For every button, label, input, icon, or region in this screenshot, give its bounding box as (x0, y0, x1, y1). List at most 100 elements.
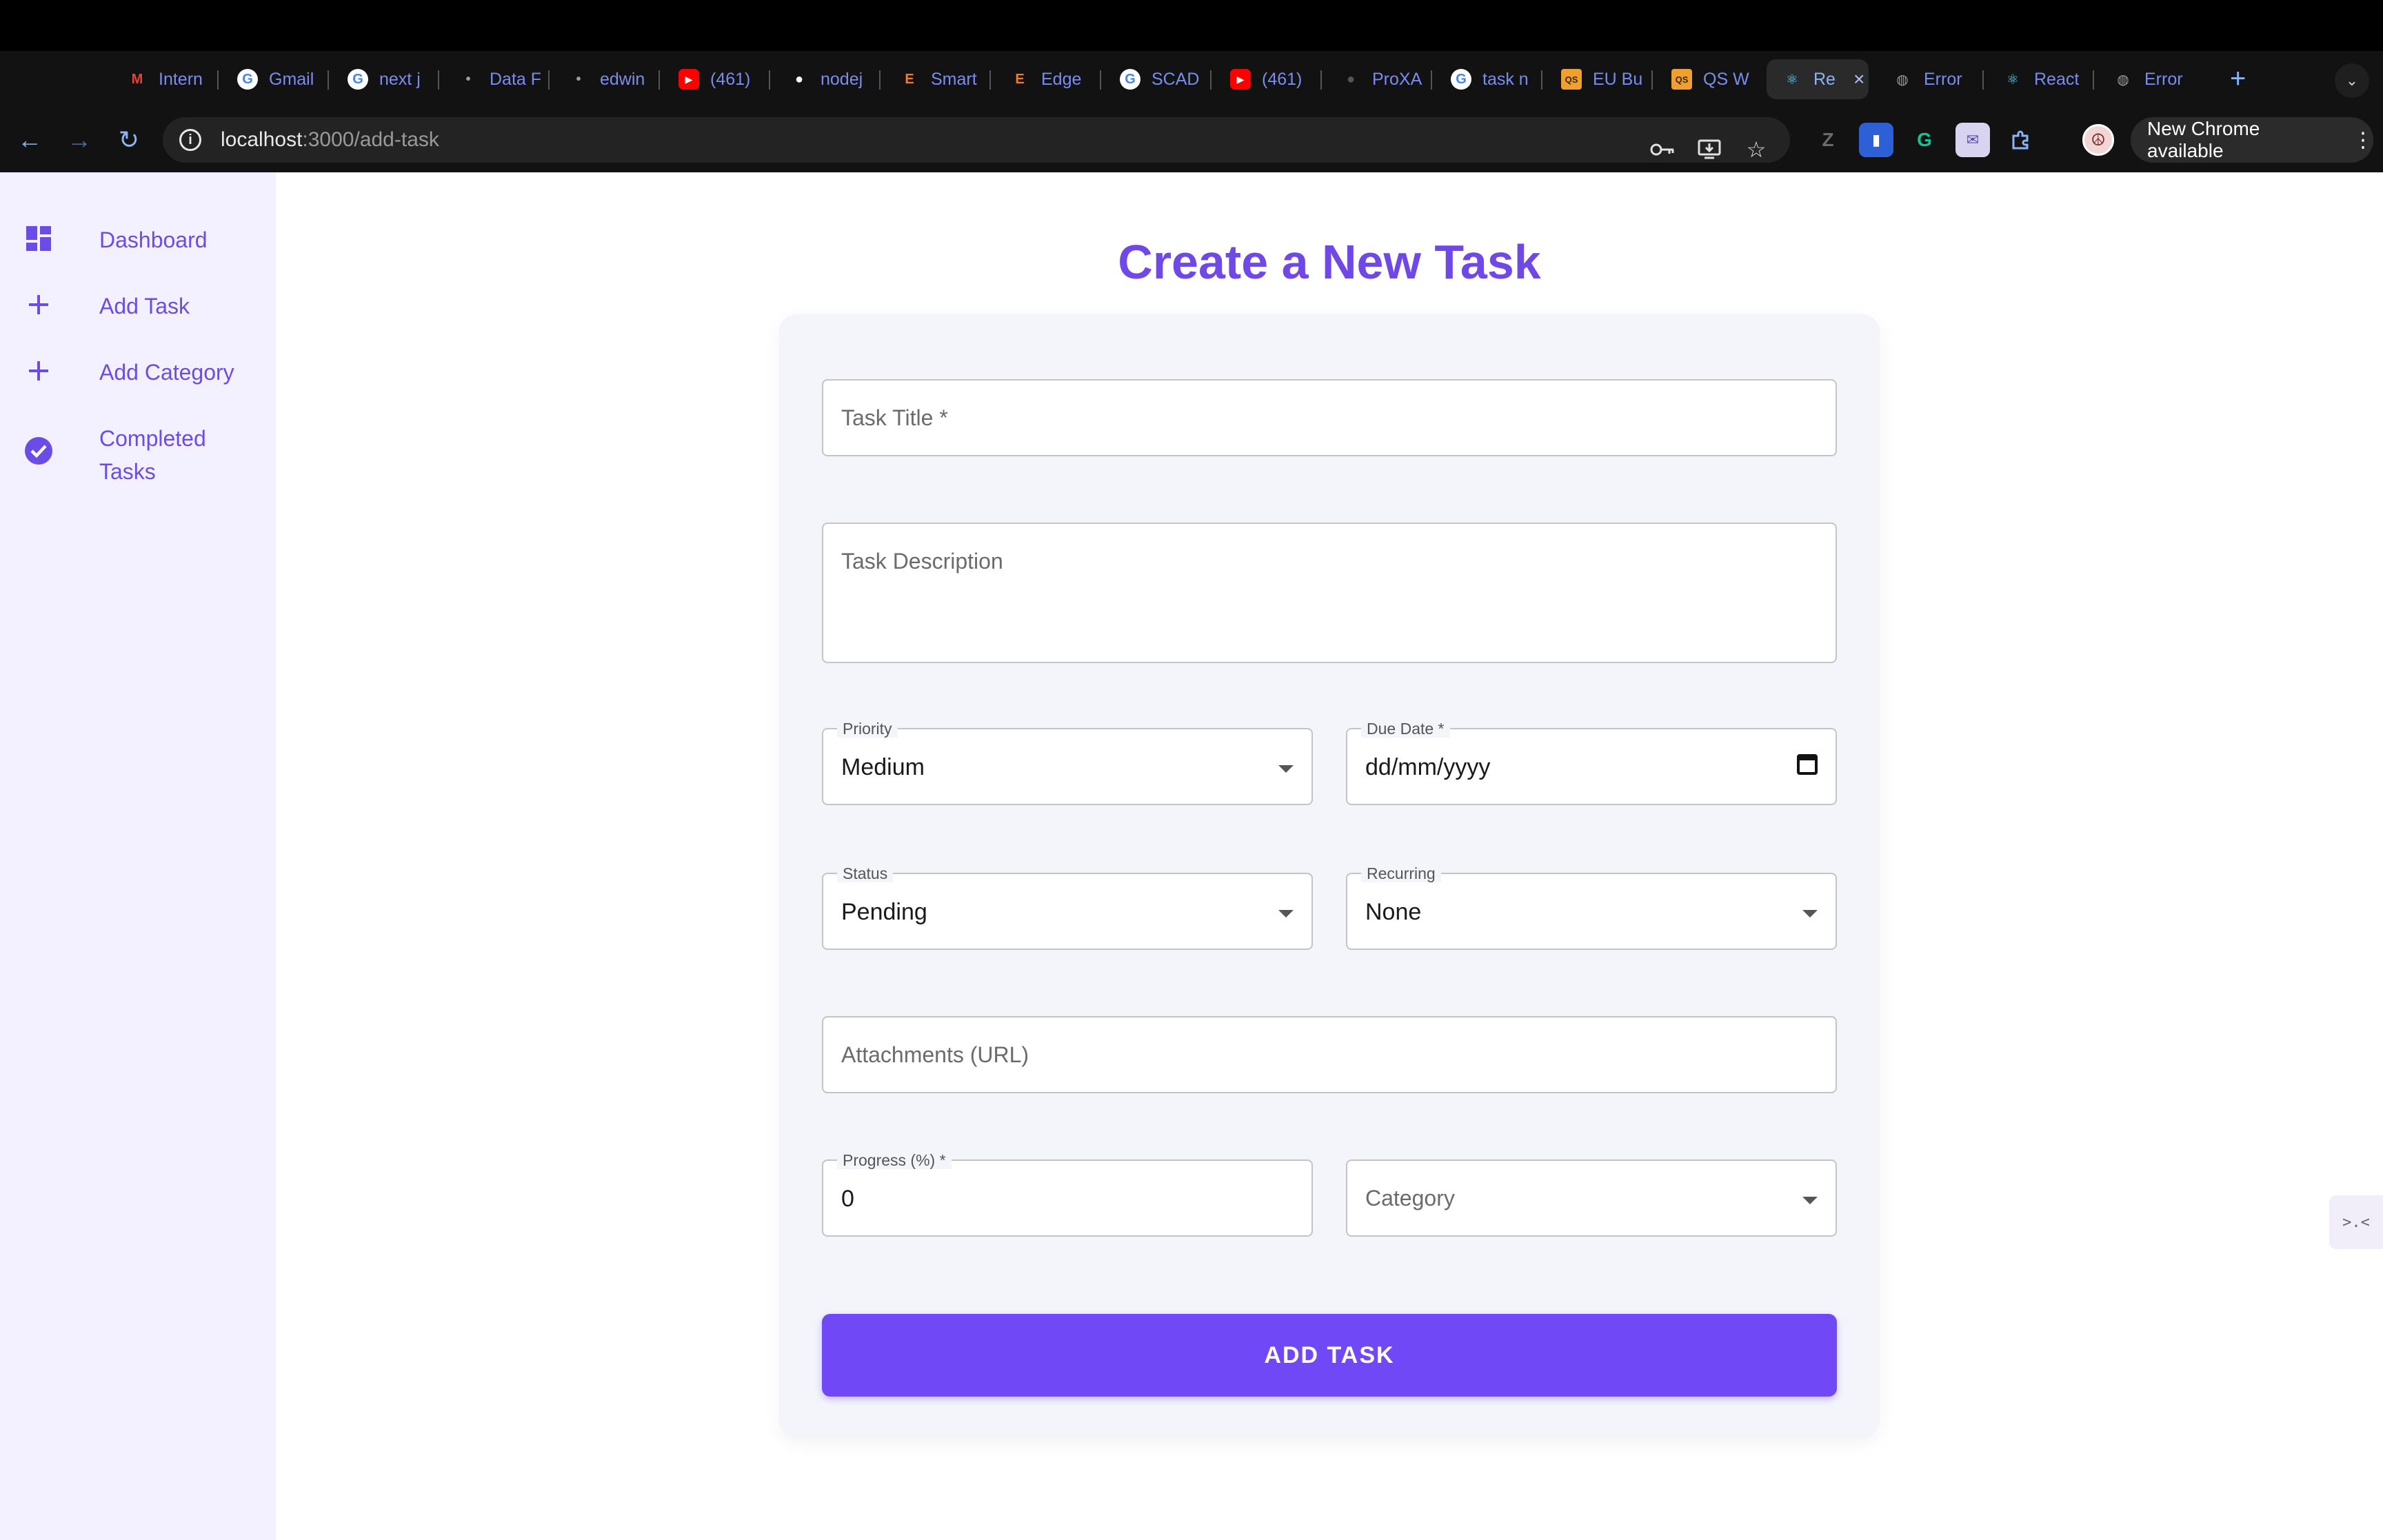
task-title-input[interactable]: Task Title * (822, 379, 1837, 456)
bookmark-star-icon[interactable]: ☆ (1739, 132, 1773, 167)
browser-tab-label: Gmail (269, 69, 314, 89)
browser-tab-label: Error (1924, 69, 1962, 89)
progress-value: 0 (841, 1186, 854, 1212)
install-app-icon[interactable] (1692, 132, 1727, 167)
browser-tab[interactable]: Gnext j (332, 59, 434, 99)
browser-tab[interactable]: ◍ Error (2098, 59, 2200, 99)
new-tab-button[interactable]: + (2230, 65, 2246, 92)
due-date-input[interactable]: Due Date * dd/mm/yyyy (1346, 720, 1837, 805)
globe-icon: ◍ (2117, 72, 2129, 88)
task-description-textarea[interactable]: Task Description (822, 523, 1837, 663)
address-bar[interactable]: i localhost:3000/add-task ☆ (163, 117, 1790, 163)
update-label: New Chrome available (2147, 118, 2260, 161)
tab-separator (328, 70, 329, 90)
os-menu-bar (0, 0, 2383, 51)
browser-tab[interactable]: E Edge (994, 59, 1096, 99)
close-tab-icon[interactable]: × (1853, 68, 1864, 90)
site-icon: • (576, 71, 581, 87)
arrow-right-icon: → (67, 125, 92, 154)
floating-widget-icon[interactable]: >.< (2329, 1195, 2383, 1249)
globe-icon: ◍ (1896, 72, 1909, 88)
dashboard-icon (23, 223, 54, 254)
status-label: Status (837, 864, 894, 882)
reload-icon: ↻ (118, 125, 140, 154)
tab-separator (658, 70, 660, 90)
progress-input[interactable]: Progress (%) * 0 (822, 1151, 1313, 1237)
password-key-icon[interactable] (1645, 132, 1680, 167)
add-task-button[interactable]: ADD TASK (822, 1314, 1837, 1397)
browser-tab[interactable]: ⚛ React (1987, 59, 2089, 99)
recurring-select[interactable]: Recurring None (1346, 864, 1837, 950)
browser-tab[interactable]: ▶ (461) (1215, 59, 1317, 99)
extension-z-icon[interactable]: Z (1811, 123, 1845, 157)
sidebar-item-label: Completed Tasks (99, 426, 206, 484)
browser-tab[interactable]: ▶ (461) (663, 59, 765, 99)
browser-tab-label: Smart (931, 69, 977, 89)
more-menu-icon[interactable]: ⋮ (2353, 128, 2373, 152)
e-icon: E (1015, 71, 1025, 87)
browser-tab[interactable]: G Gmail (222, 59, 324, 99)
browser-tab[interactable]: QS QS W (1656, 59, 1758, 99)
browser-tab[interactable]: G SCAD (1105, 59, 1207, 99)
google-icon: G (1120, 69, 1140, 90)
task-title-placeholder: Task Title * (841, 405, 948, 430)
extensions-puzzle-icon[interactable] (2004, 123, 2038, 157)
browser-tab-label: nodej (821, 69, 863, 89)
grammarly-icon[interactable]: G (1907, 123, 1942, 157)
chrome-update-button[interactable]: New Chrome available ⋮ (2131, 117, 2373, 163)
caret-down-icon (1802, 910, 1818, 918)
category-select[interactable]: Category (1346, 1159, 1837, 1237)
attachments-input[interactable]: Attachments (URL) (822, 1016, 1837, 1093)
browser-tab[interactable]: ⚛ Re × (1767, 59, 1869, 99)
forward-button[interactable]: → (61, 121, 98, 159)
arrow-left-icon: ← (17, 125, 42, 154)
plus-icon (23, 290, 54, 320)
category-placeholder: Category (1365, 1186, 1455, 1210)
youtube-icon: ▶ (1230, 69, 1251, 90)
site-info-icon[interactable]: i (179, 129, 201, 151)
browser-tab-label: ProXA (1372, 69, 1422, 89)
qs-icon: QS (1671, 69, 1692, 90)
tab-separator (989, 70, 991, 90)
recurring-value: None (1365, 899, 1422, 925)
tab-separator (769, 70, 770, 90)
google-icon: G (1451, 69, 1471, 90)
status-select[interactable]: Status Pending (822, 864, 1313, 950)
back-button[interactable]: ← (11, 121, 48, 159)
tab-separator (1651, 70, 1653, 90)
browser-tab-label: next j (379, 69, 421, 89)
reload-button[interactable]: ↻ (110, 121, 148, 159)
extension-mail-icon[interactable]: ✉ (1955, 123, 1990, 157)
progress-label: Progress (%) * (837, 1151, 952, 1169)
profile-avatar[interactable]: ☮ (2082, 124, 2114, 156)
browser-tab-label: (461) (710, 69, 751, 89)
tab-separator (1982, 70, 1984, 90)
tab-separator (438, 70, 439, 90)
github-icon: ● (1346, 71, 1356, 87)
extension-book-icon[interactable]: ▮ (1859, 123, 1893, 157)
e-icon: E (905, 71, 914, 87)
page-title: Create a New Task (1118, 235, 1541, 289)
browser-tab[interactable]: • Data F (443, 59, 545, 99)
gmail-icon: M (131, 71, 143, 87)
tab-strip: + ⌄ M Intern G Gmail Gnext j • Data F • edwin ▶ (4… (0, 51, 2383, 108)
priority-select[interactable]: Priority Medium (822, 720, 1313, 805)
tab-search-button[interactable]: ⌄ (2335, 63, 2369, 98)
browser-tab[interactable]: Gtask n (1436, 59, 1538, 99)
tab-separator (1541, 70, 1542, 90)
recurring-label: Recurring (1361, 864, 1441, 882)
browser-tab[interactable]: ● ProXA (1325, 59, 1427, 99)
priority-label: Priority (837, 720, 898, 738)
browser-tab[interactable]: • edwin (553, 59, 655, 99)
status-value: Pending (841, 899, 927, 925)
browser-tab[interactable]: ◍ Error (1877, 59, 1979, 99)
browser-tab-label: Intern (159, 69, 203, 89)
browser-tab[interactable]: ● nodej (774, 59, 876, 99)
browser-tab[interactable]: M Intern (112, 59, 214, 99)
priority-value: Medium (841, 754, 925, 780)
google-icon: G (348, 69, 368, 90)
browser-tab[interactable]: QS EU Bu (1546, 59, 1648, 99)
youtube-icon: ▶ (678, 69, 699, 90)
calendar-icon[interactable] (1797, 754, 1818, 775)
browser-tab[interactable]: E Smart (884, 59, 986, 99)
